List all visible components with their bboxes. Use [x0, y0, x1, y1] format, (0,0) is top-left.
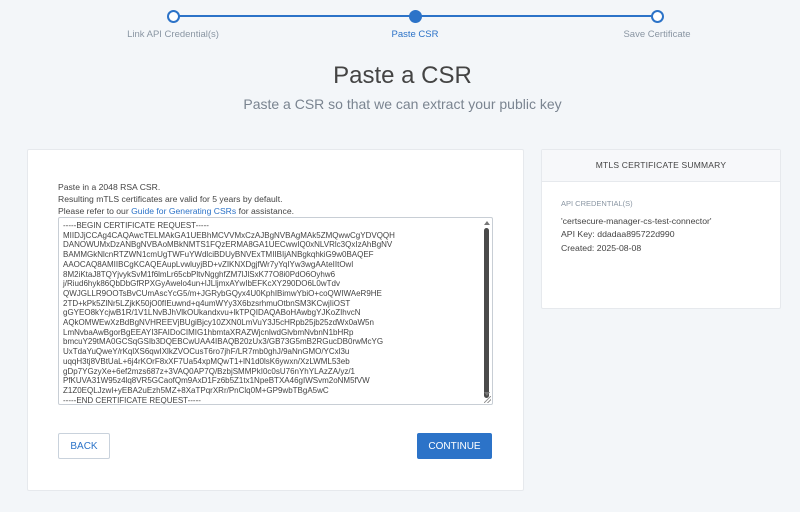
instruction-line-3: Please refer to our Guide for Generating… — [58, 205, 294, 217]
api-key-row: API Key: ddadaa895722d990 — [561, 228, 712, 242]
created-row: Created: 2025-08-08 — [561, 242, 712, 256]
step-label: Paste CSR — [391, 29, 439, 40]
continue-button[interactable]: CONTINUE — [417, 433, 492, 459]
scroll-up-arrow-icon[interactable] — [484, 221, 490, 225]
step-label: Save Certificate — [623, 29, 691, 40]
summary-caption: API CREDENTIAL(S) — [561, 199, 633, 208]
guide-link[interactable]: Guide for Generating CSRs — [131, 206, 236, 216]
summary-body: API CREDENTIAL(S) 'certsecure-manager-cs… — [561, 197, 712, 255]
instruction-suffix: for assistance. — [236, 206, 294, 216]
created-label: Created: — [561, 242, 595, 253]
instruction-line-2: Resulting mTLS certificates are valid fo… — [58, 194, 283, 204]
page-subtitle: Paste a CSR so that we can extract your … — [243, 96, 562, 112]
api-key-label: API Key: — [561, 229, 595, 239]
step-dot-active — [409, 10, 422, 23]
step-label: Link API Credential(s) — [127, 29, 219, 40]
page-title: Paste a CSR — [333, 62, 472, 89]
credential-name: 'certsecure-manager-cs-test-connector' — [561, 215, 712, 226]
step-dot — [167, 10, 180, 23]
summary-heading: MTLS CERTIFICATE SUMMARY — [542, 150, 780, 182]
step-dot — [651, 10, 664, 23]
csr-textarea[interactable]: -----BEGIN CERTIFICATE REQUEST----- MIID… — [58, 217, 493, 405]
scrollbar[interactable] — [484, 228, 489, 398]
csr-card: Paste in a 2048 RSA CSR. Resulting mTLS … — [27, 149, 524, 491]
created-value: 2025-08-08 — [596, 242, 642, 253]
instruction-prefix: Please refer to our — [58, 206, 132, 216]
csr-text[interactable]: -----BEGIN CERTIFICATE REQUEST----- MIID… — [63, 221, 478, 404]
instruction-line-1: Paste in a 2048 RSA CSR. — [58, 182, 161, 192]
resize-handle-icon[interactable] — [484, 396, 491, 403]
csr-instructions: Paste in a 2048 RSA CSR. Resulting mTLS … — [58, 181, 294, 217]
progress-stepper: Link API Credential(s) Paste CSR Save Ce… — [0, 0, 800, 50]
back-button[interactable]: BACK — [58, 433, 110, 459]
api-key-value: ddadaa895722d990 — [597, 229, 675, 239]
certificate-summary-card: MTLS CERTIFICATE SUMMARY API CREDENTIAL(… — [541, 149, 781, 309]
